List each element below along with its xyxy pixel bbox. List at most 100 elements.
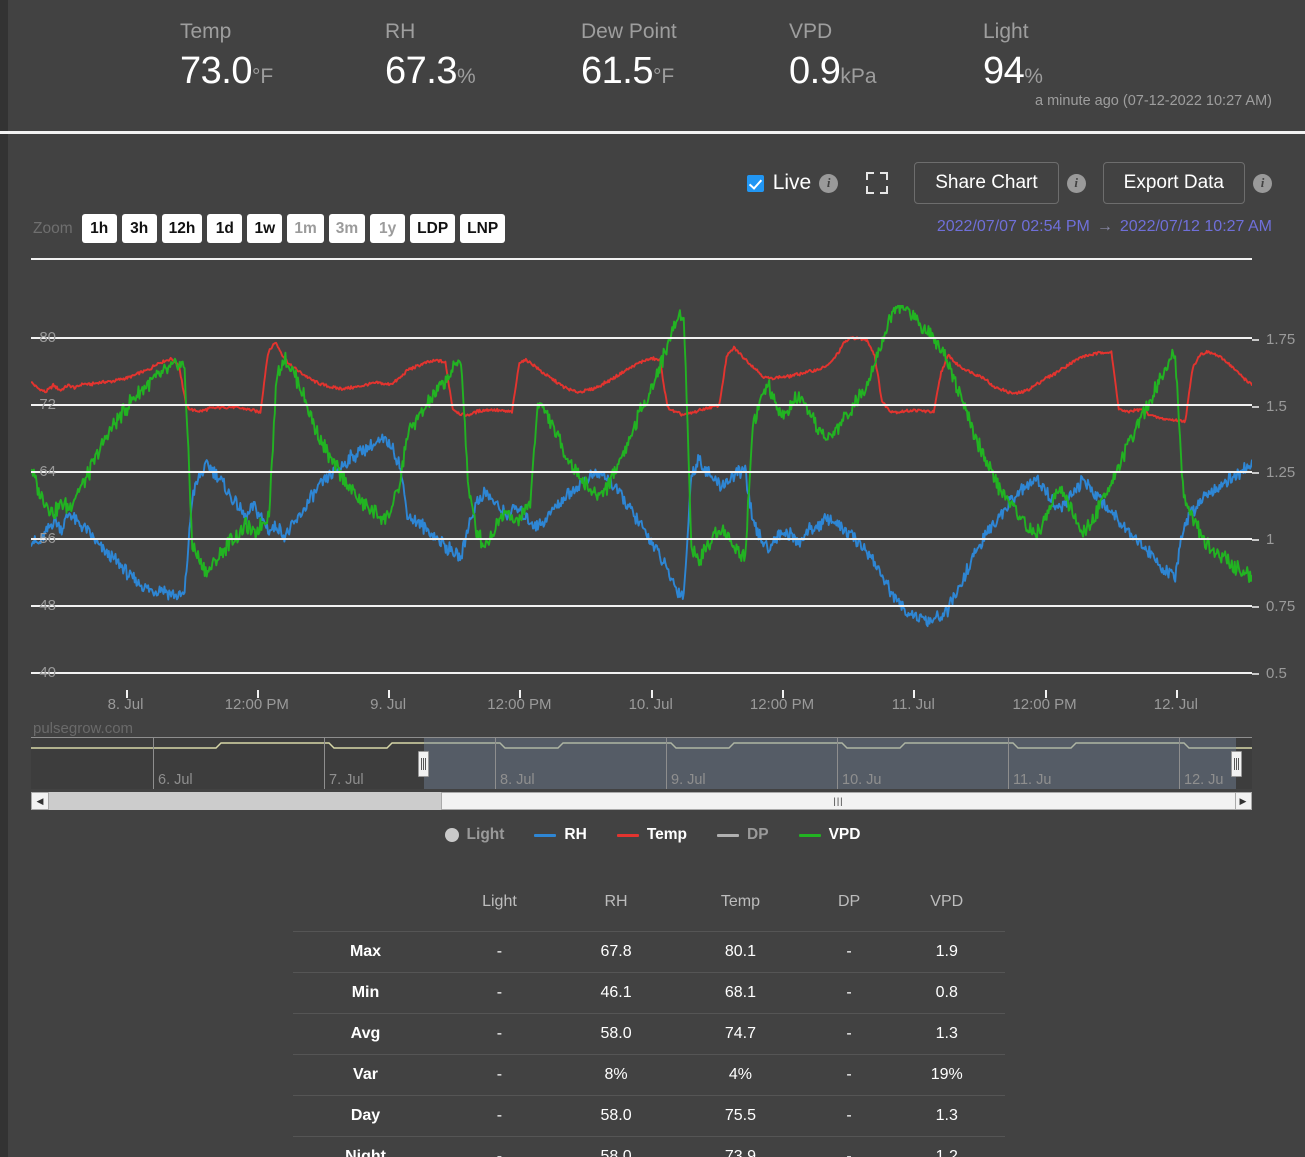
- y-axis-right-tick: 1.5: [1266, 397, 1287, 415]
- stats-cell-min-vpd: 0.8: [935, 984, 958, 1001]
- scrollbar-thumb[interactable]: |||: [441, 792, 1236, 810]
- stats-cell-var-rh: 8%: [604, 1066, 628, 1083]
- gridline: [31, 337, 1252, 340]
- stats-cell-var-light: -: [496, 1066, 503, 1083]
- stats-cell-max-rh: 67.8: [600, 943, 632, 960]
- live-label: Live: [772, 171, 812, 194]
- y-axis-left-tick: 56: [39, 530, 56, 548]
- col-header-rh: RH: [604, 893, 628, 910]
- navigator-handle-right[interactable]: [1231, 751, 1242, 777]
- date-range-start[interactable]: 2022/07/07 02:54 PM: [937, 218, 1090, 235]
- x-axis-tick-label: 9. Jul: [370, 696, 407, 713]
- live-info-icon[interactable]: i: [819, 173, 839, 193]
- navigator-day-label: 10. Ju: [842, 772, 882, 788]
- reading-temp-unit: °F: [251, 65, 274, 88]
- col-header-vpd: VPD: [930, 893, 964, 910]
- plot-area[interactable]: [31, 305, 1252, 690]
- reading-dew-point-unit: °F: [652, 65, 675, 88]
- live-toggle[interactable]: Live: [746, 171, 812, 195]
- zoom-button-12h[interactable]: 12h: [161, 214, 203, 243]
- navigator-day-separator: [666, 738, 667, 789]
- stats-cell-max-light: -: [496, 943, 503, 960]
- navigator-selection-mask[interactable]: [424, 738, 1236, 789]
- stats-cell-max-vpd: 1.9: [935, 943, 958, 960]
- date-range-display[interactable]: 2022/07/07 02:54 PM → 2022/07/12 10:27 AM: [937, 218, 1272, 236]
- gridline: [31, 538, 1252, 541]
- navigator-day-separator: [495, 738, 496, 789]
- zoom-button-ldp[interactable]: LDP: [410, 214, 456, 243]
- reading-temp-value: 73.0: [180, 50, 252, 92]
- reading-dew-point-label: Dew Point: [581, 20, 677, 43]
- zoom-button-3m: 3m: [328, 214, 366, 243]
- stats-cell-day-vpd: 1.3: [935, 1107, 958, 1124]
- stats-cell-night-rh: 58.0: [600, 1148, 632, 1157]
- navigator-day-separator: [1008, 738, 1009, 789]
- y-axis-right-tick-mark: [1252, 672, 1259, 675]
- legend-item-rh[interactable]: RH: [534, 826, 587, 844]
- legend-marker-light-icon: [444, 828, 459, 842]
- zoom-button-1w[interactable]: 1w: [247, 214, 283, 243]
- gridline: [31, 471, 1252, 474]
- legend-item-vpd[interactable]: VPD: [798, 826, 861, 844]
- export-data-button[interactable]: Export Data: [1102, 162, 1245, 204]
- export-data-info-icon[interactable]: i: [1253, 173, 1272, 193]
- zoom-button-1m: 1m: [287, 214, 324, 243]
- stats-cell-min-dp: -: [846, 984, 852, 1001]
- date-range-end[interactable]: 2022/07/12 10:27 AM: [1120, 218, 1272, 235]
- y-axis-right-tick-mark: [1252, 539, 1259, 542]
- zoom-button-3h[interactable]: 3h: [121, 214, 157, 243]
- statistics-table-body: Max - 67.8 80.1 - 1.9 Min - 46.1 68.1 - 0.8 Avg - 58.0…: [293, 931, 1005, 1157]
- y-axis-right-tick-mark: [1252, 338, 1259, 341]
- zoom-label: Zoom: [33, 219, 73, 237]
- series-line-rh: [31, 433, 1252, 628]
- zoom-button-lnp[interactable]: LNP: [460, 214, 506, 243]
- stats-row-label-night: Night: [345, 1148, 386, 1157]
- fullscreen-icon[interactable]: [866, 172, 889, 194]
- x-axis-tick-label: 12:00 PM: [1012, 696, 1077, 713]
- stats-cell-day-light: -: [496, 1107, 503, 1124]
- zoom-button-1y: 1y: [370, 214, 406, 243]
- navigator-day-label: 12. Ju: [1184, 772, 1224, 788]
- share-chart-info-icon[interactable]: i: [1066, 173, 1086, 193]
- scrollbar-track[interactable]: |||: [49, 792, 1236, 810]
- scroll-left-arrow[interactable]: ◀: [31, 792, 49, 810]
- y-axis-left-tick: 64: [39, 463, 56, 481]
- stats-cell-avg-light: -: [496, 1025, 503, 1042]
- legend-item-light[interactable]: Light: [444, 826, 504, 844]
- live-checkbox[interactable]: [746, 174, 764, 192]
- table-row: Max - 67.8 80.1 - 1.9: [293, 931, 1005, 973]
- chart-navigator[interactable]: 6. Jul 7. Jul 8. Jul 9. Jul 10. Ju 11. Ju 12. …: [31, 737, 1252, 789]
- y-axis-right-tick: 1: [1266, 531, 1275, 549]
- x-axis-tick-label: 11. Jul: [891, 696, 935, 713]
- stats-cell-var-vpd: 19%: [930, 1066, 963, 1083]
- y-axis-right-tick: 0.75: [1266, 598, 1296, 616]
- navigator-day-label: 6. Jul: [158, 772, 193, 788]
- col-header-dp: DP: [837, 893, 861, 910]
- last-update-timestamp: a minute ago (07-12-2022 10:27 AM): [1035, 93, 1272, 109]
- navigator-scrollbar[interactable]: ◀ ||| ▶: [31, 792, 1252, 810]
- stats-cell-avg-rh: 58.0: [600, 1025, 632, 1042]
- scroll-right-arrow[interactable]: ▶: [1234, 792, 1252, 810]
- share-chart-button[interactable]: Share Chart: [914, 162, 1059, 204]
- legend-label-vpd: VPD: [828, 826, 861, 843]
- navigator-day-separator: [324, 738, 325, 789]
- stats-cell-avg-vpd: 1.3: [935, 1025, 958, 1042]
- gridline: [31, 404, 1252, 407]
- legend-marker-rh-icon: [534, 833, 557, 837]
- y-axis-left-tick: 80: [39, 329, 56, 347]
- zoom-button-1d[interactable]: 1d: [207, 214, 243, 243]
- stats-cell-avg-temp: 74.7: [724, 1025, 756, 1042]
- stats-cell-min-rh: 46.1: [600, 984, 632, 1001]
- plot-top-border: [31, 258, 1252, 260]
- y-axis-right-tick-mark: [1252, 472, 1259, 475]
- legend-marker-temp-icon: [616, 833, 639, 837]
- legend-item-temp[interactable]: Temp: [616, 826, 687, 844]
- chart-toolbar: Live i Share Chart i Export Data i: [746, 162, 1272, 204]
- reading-dew-point-value: 61.5: [581, 50, 653, 92]
- zoom-button-1h[interactable]: 1h: [81, 214, 117, 243]
- legend-item-dp[interactable]: DP: [717, 826, 769, 844]
- y-axis-left-tick: 48: [39, 597, 56, 615]
- reading-temp: Temp 73.0°F: [180, 20, 273, 93]
- navigator-handle-left[interactable]: [418, 751, 429, 777]
- table-row: Night - 58.0 73.9 - 1.2: [293, 1136, 1005, 1157]
